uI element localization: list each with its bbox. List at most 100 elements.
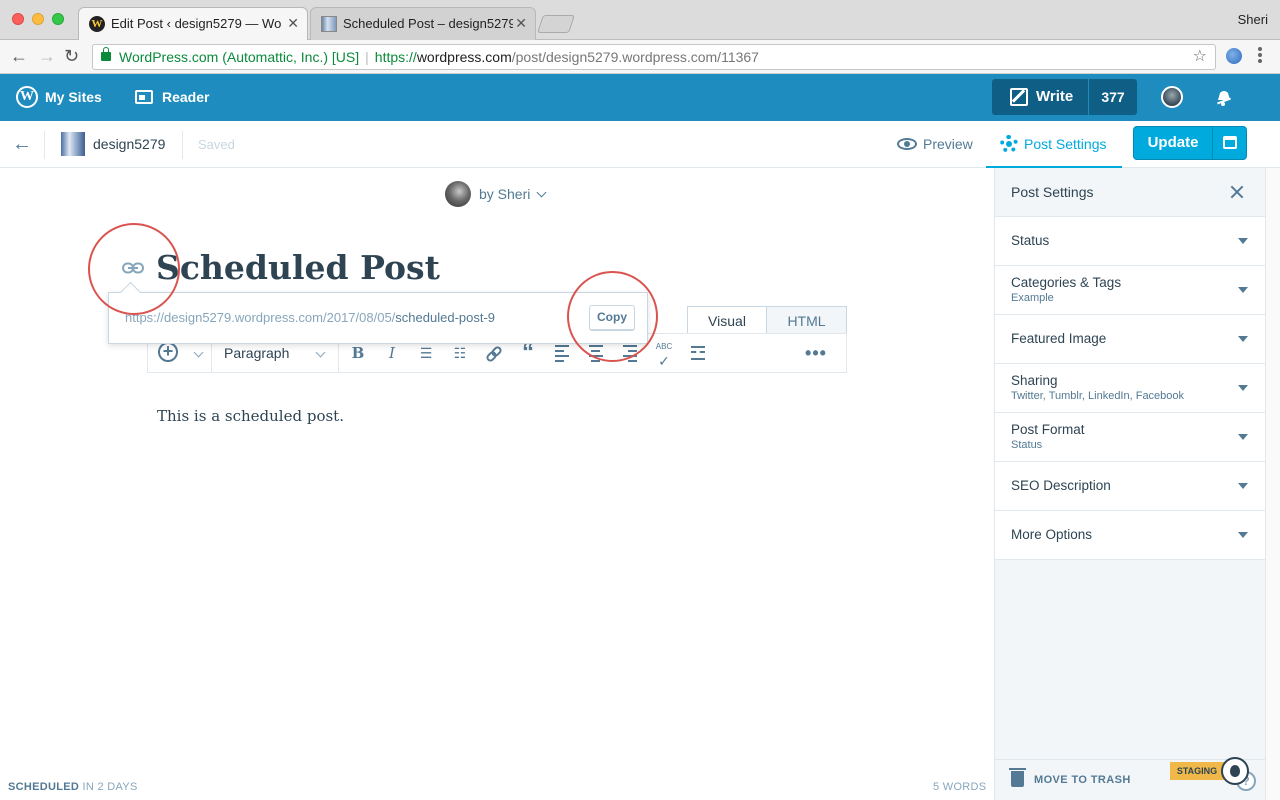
bookmark-star-icon[interactable]: ☆ xyxy=(1193,45,1207,69)
browser-tab-edit-post[interactable]: W Edit Post ‹ design5279 — Wor ✕ xyxy=(78,7,308,40)
site-name[interactable]: design5279 xyxy=(93,121,165,168)
save-status: Saved xyxy=(198,137,235,152)
write-label: Write xyxy=(1036,88,1074,105)
site-icon xyxy=(61,132,85,156)
sidebar-item-categories-tags[interactable]: Categories & Tags Example xyxy=(995,266,1266,315)
status-label: SCHEDULED xyxy=(8,781,80,793)
author-selector[interactable]: by Sheri xyxy=(445,181,547,207)
sidebar-item-label: Post Format xyxy=(1011,422,1085,437)
preview-label: Preview xyxy=(923,136,973,152)
url-separator: | xyxy=(365,49,369,65)
status-detail: IN 2 DAYS xyxy=(79,781,138,793)
write-button[interactable]: Write 377 xyxy=(992,79,1137,115)
address-bar[interactable]: WordPress.com (Automattic, Inc.) [US] | ht… xyxy=(92,44,1216,70)
caret-down-icon xyxy=(1238,336,1248,342)
reader-link[interactable]: Reader xyxy=(162,74,209,121)
spellcheck-label: ABC xyxy=(655,342,673,351)
post-title-input[interactable]: Scheduled Post xyxy=(156,248,440,287)
back-arrow-icon[interactable]: ← xyxy=(10,46,28,66)
sidebar-item-label: Featured Image xyxy=(1011,331,1107,346)
wordpress-icon: W xyxy=(89,16,105,32)
bug-report-icon[interactable] xyxy=(1221,757,1249,785)
caret-down-icon xyxy=(1238,434,1248,440)
trash-icon xyxy=(1009,768,1026,787)
browser-tab-bar: W Edit Post ‹ design5279 — Wor ✕ Schedul… xyxy=(0,0,1280,40)
window-minimize-button[interactable] xyxy=(32,13,44,25)
url-protocol: https:// xyxy=(374,49,417,65)
sidebar-item-summary: Twitter, Tumblr, LinkedIn, Facebook xyxy=(1011,390,1185,402)
caret-down-icon xyxy=(1238,532,1248,538)
url-host: wordpress.com xyxy=(416,49,512,65)
gear-icon xyxy=(1000,135,1018,153)
tab-close-icon[interactable]: ✕ xyxy=(287,8,299,39)
spellcheck-icon[interactable]: ABC ✓ xyxy=(653,334,675,372)
sidebar-item-summary: Status xyxy=(1011,439,1043,451)
word-count: 5 WORDS xyxy=(933,781,987,793)
tab-title: Edit Post ‹ design5279 — Wor xyxy=(111,16,281,31)
tab-close-icon[interactable]: ✕ xyxy=(515,8,527,39)
browser-profile-name[interactable]: Sheri xyxy=(1238,12,1268,27)
annotation-circle-link xyxy=(88,223,180,315)
notifications-bell-icon[interactable] xyxy=(1214,88,1234,106)
sidebar-item-more-options[interactable]: More Options xyxy=(995,511,1266,560)
trash-label: MOVE TO TRASH xyxy=(1034,774,1131,786)
annotation-circle-copy xyxy=(567,271,658,362)
page-scrollbar[interactable] xyxy=(1265,168,1280,800)
schedule-button[interactable] xyxy=(1212,127,1247,159)
author-label: by Sheri xyxy=(479,186,531,202)
reader-icon[interactable] xyxy=(135,90,153,104)
divider xyxy=(44,131,45,159)
url-path: /post/design5279.wordpress.com/11367 xyxy=(511,49,759,65)
sidebar-item-featured-image[interactable]: Featured Image xyxy=(995,315,1266,364)
sidebar-item-label: SEO Description xyxy=(1011,478,1111,493)
site-image-icon xyxy=(321,16,337,32)
chevron-down-icon[interactable] xyxy=(193,347,204,358)
close-icon[interactable] xyxy=(1227,182,1247,202)
read-more-icon[interactable] xyxy=(688,334,708,372)
browser-tab-scheduled-post[interactable]: Scheduled Post – design5279 ✕ xyxy=(310,7,536,40)
eye-icon xyxy=(897,138,917,150)
secure-org-label: WordPress.com (Automattic, Inc.) [US] xyxy=(119,49,360,65)
caret-down-icon xyxy=(1238,385,1248,391)
browser-menu-icon[interactable] xyxy=(1258,47,1262,65)
author-avatar xyxy=(445,181,471,207)
wordpress-logo-icon[interactable]: W xyxy=(16,86,38,108)
calendar-icon xyxy=(1223,136,1237,149)
extension-globe-icon[interactable] xyxy=(1226,48,1242,64)
forward-arrow-icon[interactable]: → xyxy=(38,46,56,66)
update-button[interactable]: Update xyxy=(1133,126,1247,160)
reload-icon[interactable]: ↻ xyxy=(64,46,79,66)
close-editor-arrow-icon[interactable]: ← xyxy=(12,133,32,156)
insert-link-icon[interactable] xyxy=(485,345,503,363)
sidebar-item-seo-description[interactable]: SEO Description xyxy=(995,462,1266,511)
update-label: Update xyxy=(1147,134,1199,151)
sidebar-item-status[interactable]: Status xyxy=(995,217,1266,266)
my-sites-link[interactable]: My Sites xyxy=(45,74,102,121)
more-options-icon[interactable]: ••• xyxy=(804,334,828,372)
lock-icon xyxy=(101,47,111,61)
divider xyxy=(182,131,183,159)
sidebar-header: Post Settings xyxy=(995,168,1266,217)
sidebar-item-sharing[interactable]: Sharing Twitter, Tumblr, LinkedIn, Faceb… xyxy=(995,364,1266,413)
post-content[interactable]: This is a scheduled post. xyxy=(157,407,344,425)
tab-title: Scheduled Post – design5279 xyxy=(343,16,513,31)
sidebar-title: Post Settings xyxy=(1011,184,1094,200)
new-tab-button[interactable] xyxy=(537,15,575,33)
post-settings-label: Post Settings xyxy=(1024,136,1107,152)
sidebar-item-label: Categories & Tags xyxy=(1011,275,1122,290)
browser-toolbar: ← → ↻ WordPress.com (Automattic, Inc.) [… xyxy=(0,40,1280,74)
edit-pencil-icon xyxy=(1010,88,1028,106)
permalink-url[interactable]: https://design5279.wordpress.com/2017/08… xyxy=(125,293,495,343)
wp-masterbar: W My Sites Reader Write 377 xyxy=(0,74,1280,121)
sidebar-item-post-format[interactable]: Post Format Status xyxy=(995,413,1266,462)
sidebar-sections: Status Categories & Tags Example Feature… xyxy=(995,217,1266,560)
window-zoom-button[interactable] xyxy=(52,13,64,25)
preview-button[interactable]: Preview xyxy=(897,121,973,168)
tab-html[interactable]: HTML xyxy=(766,306,847,334)
drafts-count-badge[interactable]: 377 xyxy=(1088,79,1137,115)
post-settings-toggle[interactable]: Post Settings xyxy=(986,121,1122,168)
user-avatar[interactable] xyxy=(1161,86,1183,108)
permalink-base: https://design5279.wordpress.com/2017/08… xyxy=(125,310,396,325)
window-close-button[interactable] xyxy=(12,13,24,25)
tab-visual[interactable]: Visual xyxy=(687,306,767,334)
